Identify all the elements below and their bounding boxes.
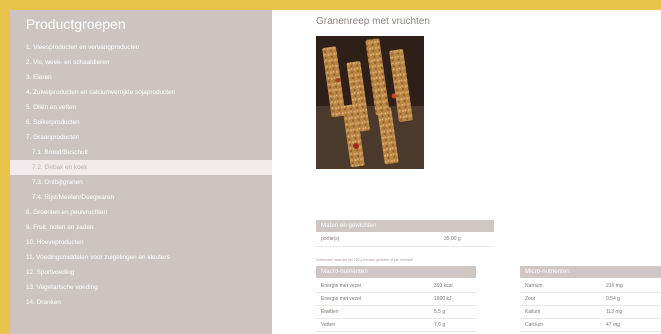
divider [520, 305, 661, 306]
sidebar-item[interactable]: 11. Voedingsmiddelen voor zuigelingen en… [10, 250, 272, 265]
micro-row-value: 216 mg [606, 283, 623, 289]
divider [316, 246, 494, 247]
sidebar-item[interactable]: 7.3. Ontbijtgranen [10, 175, 272, 190]
macro-header: Macro-nutriënten [316, 266, 476, 278]
sidebar-list: 1. Vleesproducten en vervangproducten 2. … [10, 40, 272, 310]
sidebar-item[interactable]: 10. Hoeveproducten [10, 235, 272, 250]
sidebar-item[interactable]: 7.2. Gebak en koek [10, 160, 272, 175]
micro-row-label: Kalium [525, 309, 541, 315]
sidebar-item[interactable]: 5. Oliën en vetten [10, 100, 272, 115]
weights-row: portie(s) 35,00 g [316, 234, 494, 245]
macro-row: Energie met vezel 393 kcal [316, 281, 476, 292]
micro-row-value: 47 mg [606, 322, 620, 328]
divider [316, 318, 476, 319]
macro-row: Eiwitten 5,5 g [316, 307, 476, 318]
macro-row-value: 7,6 g [434, 322, 446, 328]
micro-row-value: 0,54 g [606, 296, 620, 302]
micro-row-value: 113 mg [606, 309, 623, 315]
sidebar-item[interactable]: 7.4. Rijst/Meelen/Deegwaren [10, 190, 272, 205]
micro-row: Calcium 47 mg [520, 320, 661, 331]
sidebar-item[interactable]: 8. Groenten en peulvruchten [10, 205, 272, 220]
sidebar: Productgroepen 1. Vleesproducten en verv… [10, 10, 272, 334]
divider [316, 292, 476, 293]
sidebar-item[interactable]: 7.1. Brood/Beschuit [10, 145, 272, 160]
sidebar-item[interactable]: 12. Sportvoeding [10, 265, 272, 280]
main-content: Granenreep met vruchten Maten en gewicht… [272, 10, 661, 334]
divider [520, 292, 661, 293]
micro-row-label: Natrium [525, 283, 543, 289]
sidebar-item[interactable]: 13. Vegetarische voeding [10, 280, 272, 295]
sidebar-item[interactable]: 14. Dranken [10, 295, 272, 310]
sidebar-title: Productgroepen [26, 16, 126, 32]
sidebar-item[interactable]: 3. Eieren [10, 70, 272, 85]
macro-row-value: 5,5 g [434, 309, 446, 315]
product-title: Granenreep met vruchten [316, 16, 430, 27]
divider [520, 318, 661, 319]
macro-row-label: Energie met vezel [321, 283, 362, 289]
divider [316, 331, 476, 332]
sidebar-item[interactable]: 6. Suikerproducten [10, 115, 272, 130]
sidebar-item[interactable]: 4. Zuivelproducten en calciumverrijkte s… [10, 85, 272, 100]
micro-header: Micro-nutriënten [520, 266, 661, 278]
micro-row: Natrium 216 mg [520, 281, 661, 292]
micro-row: Kalium 113 mg [520, 307, 661, 318]
micro-row: Zout 0,54 g [520, 294, 661, 305]
sidebar-item[interactable]: 2. Vis, week- en schaaldieren [10, 55, 272, 70]
weights-row-label: portie(s) [321, 236, 340, 242]
weights-header: Maten en gewichten [316, 220, 494, 232]
macro-row-value: 1660 kJ [434, 296, 452, 302]
product-photo [316, 36, 424, 169]
divider [316, 305, 476, 306]
macro-row-label: Energie met vezel [321, 296, 362, 302]
macro-row-value: 393 kcal [434, 283, 453, 289]
micro-row-label: Calcium [525, 322, 544, 328]
app-frame: Productgroepen 1. Vleesproducten en verv… [10, 10, 661, 334]
nutrition-note: Nutritionele waarden per 100 g behalve g… [316, 258, 414, 262]
granola-bars-photo [316, 36, 424, 169]
weights-row-value: 35,00 g [444, 236, 461, 242]
macro-row: Vetten 7,6 g [316, 320, 476, 331]
sidebar-item[interactable]: 1. Vleesproducten en vervangproducten [10, 40, 272, 55]
macro-row-label: Vetten [321, 322, 336, 328]
sidebar-item[interactable]: 9. Fruit, noten en zaden [10, 220, 272, 235]
sidebar-item[interactable]: 7. Graanproducten [10, 130, 272, 145]
macro-row-label: Eiwitten [321, 309, 339, 315]
divider [520, 331, 661, 332]
macro-row: Energie met vezel 1660 kJ [316, 294, 476, 305]
micro-row-label: Zout [525, 296, 536, 302]
